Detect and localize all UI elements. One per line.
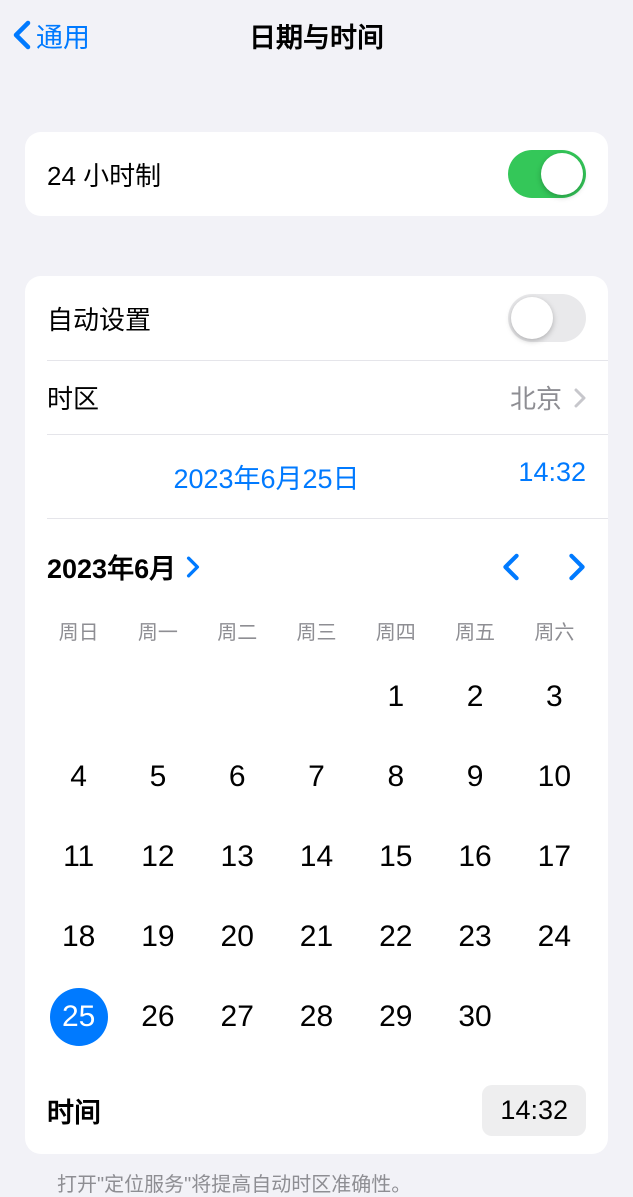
weekday-header: 周日 [39,610,118,651]
day-cell[interactable]: 16 [435,817,514,897]
day-number: 11 [63,840,94,874]
day-number: 26 [141,1000,174,1034]
page-title: 日期与时间 [249,16,384,55]
day-cell[interactable]: 22 [356,897,435,977]
twentyfour-hour-toggle[interactable] [508,150,586,198]
day-cell[interactable]: 3 [515,657,594,737]
day-cell[interactable]: 12 [118,817,197,897]
day-cell[interactable]: 6 [198,737,277,817]
month-label: 2023年6月 [47,547,176,586]
day-number: 8 [387,760,404,794]
day-cell[interactable]: 8 [356,737,435,817]
day-number: 17 [538,840,571,874]
day-number: 3 [546,680,563,714]
day-cell[interactable]: 10 [515,737,594,817]
day-number: 20 [221,920,254,954]
weekday-header: 周三 [277,610,356,651]
day-number: 9 [467,760,484,794]
day-cell[interactable]: 5 [118,737,197,817]
day-cell-empty [198,657,277,737]
weekday-header: 周二 [198,610,277,651]
day-cell[interactable]: 27 [198,977,277,1057]
day-cell[interactable]: 24 [515,897,594,977]
day-number: 14 [300,840,333,874]
day-number: 6 [229,760,246,794]
chevron-left-icon [12,20,32,50]
auto-set-toggle[interactable] [508,294,586,342]
day-number: 22 [379,920,412,954]
timezone-value: 北京 [510,379,562,416]
day-number: 27 [221,1000,254,1034]
twentyfour-hour-label: 24 小时制 [47,156,161,193]
timezone-row[interactable]: 时区 北京 [47,361,608,435]
toggle-knob [541,153,583,195]
day-number: 23 [458,920,491,954]
day-cell[interactable]: 21 [277,897,356,977]
selected-date-display[interactable]: 2023年6月25日 [47,457,486,496]
back-label: 通用 [36,16,90,55]
day-cell[interactable]: 23 [435,897,514,977]
day-cell[interactable]: 26 [118,977,197,1057]
day-number: 21 [300,920,333,954]
day-number: 13 [221,840,254,874]
day-number: 28 [300,1000,333,1034]
month-selector[interactable]: 2023年6月 [47,547,200,586]
day-cell[interactable]: 11 [39,817,118,897]
weekday-header: 周四 [356,610,435,651]
day-cell[interactable]: 25 [39,977,118,1057]
day-number: 1 [387,680,404,714]
day-cell[interactable]: 18 [39,897,118,977]
weekday-header: 周一 [118,610,197,651]
day-number: 5 [150,760,167,794]
day-cell[interactable]: 17 [515,817,594,897]
chevron-right-icon [186,556,200,578]
day-cell-empty [277,657,356,737]
day-cell[interactable]: 2 [435,657,514,737]
day-cell-empty [39,657,118,737]
day-number: 18 [62,920,95,954]
day-cell[interactable]: 15 [356,817,435,897]
day-cell-empty [118,657,197,737]
back-button[interactable]: 通用 [12,16,90,55]
day-cell[interactable]: 19 [118,897,197,977]
time-picker[interactable]: 14:32 [482,1085,586,1136]
weekday-header: 周五 [435,610,514,651]
day-number: 10 [538,760,571,794]
auto-set-label: 自动设置 [47,300,151,337]
day-number: 25 [50,988,108,1046]
day-number: 29 [379,1000,412,1034]
day-cell[interactable]: 9 [435,737,514,817]
day-cell[interactable]: 4 [39,737,118,817]
day-number: 2 [467,680,484,714]
day-cell[interactable]: 1 [356,657,435,737]
day-number: 24 [538,920,571,954]
day-number: 30 [458,1000,491,1034]
day-number: 7 [308,760,325,794]
day-cell[interactable]: 13 [198,817,277,897]
timezone-label: 时区 [47,379,99,416]
day-cell[interactable]: 30 [435,977,514,1057]
day-cell[interactable]: 14 [277,817,356,897]
day-number: 12 [141,840,174,874]
footer-note: 打开"定位服务"将提高自动时区准确性。 [25,1154,608,1197]
chevron-right-icon [574,388,586,408]
day-number: 19 [141,920,174,954]
time-label: 时间 [47,1091,101,1130]
day-cell[interactable]: 7 [277,737,356,817]
day-number: 15 [379,840,412,874]
day-cell[interactable]: 20 [198,897,277,977]
selected-time-display[interactable]: 14:32 [486,457,586,496]
day-cell[interactable]: 28 [277,977,356,1057]
weekday-header: 周六 [515,610,594,651]
toggle-knob [511,297,553,339]
day-number: 16 [458,840,491,874]
day-cell[interactable]: 29 [356,977,435,1057]
day-number: 4 [70,760,87,794]
next-month-button[interactable] [568,553,586,581]
prev-month-button[interactable] [502,553,520,581]
